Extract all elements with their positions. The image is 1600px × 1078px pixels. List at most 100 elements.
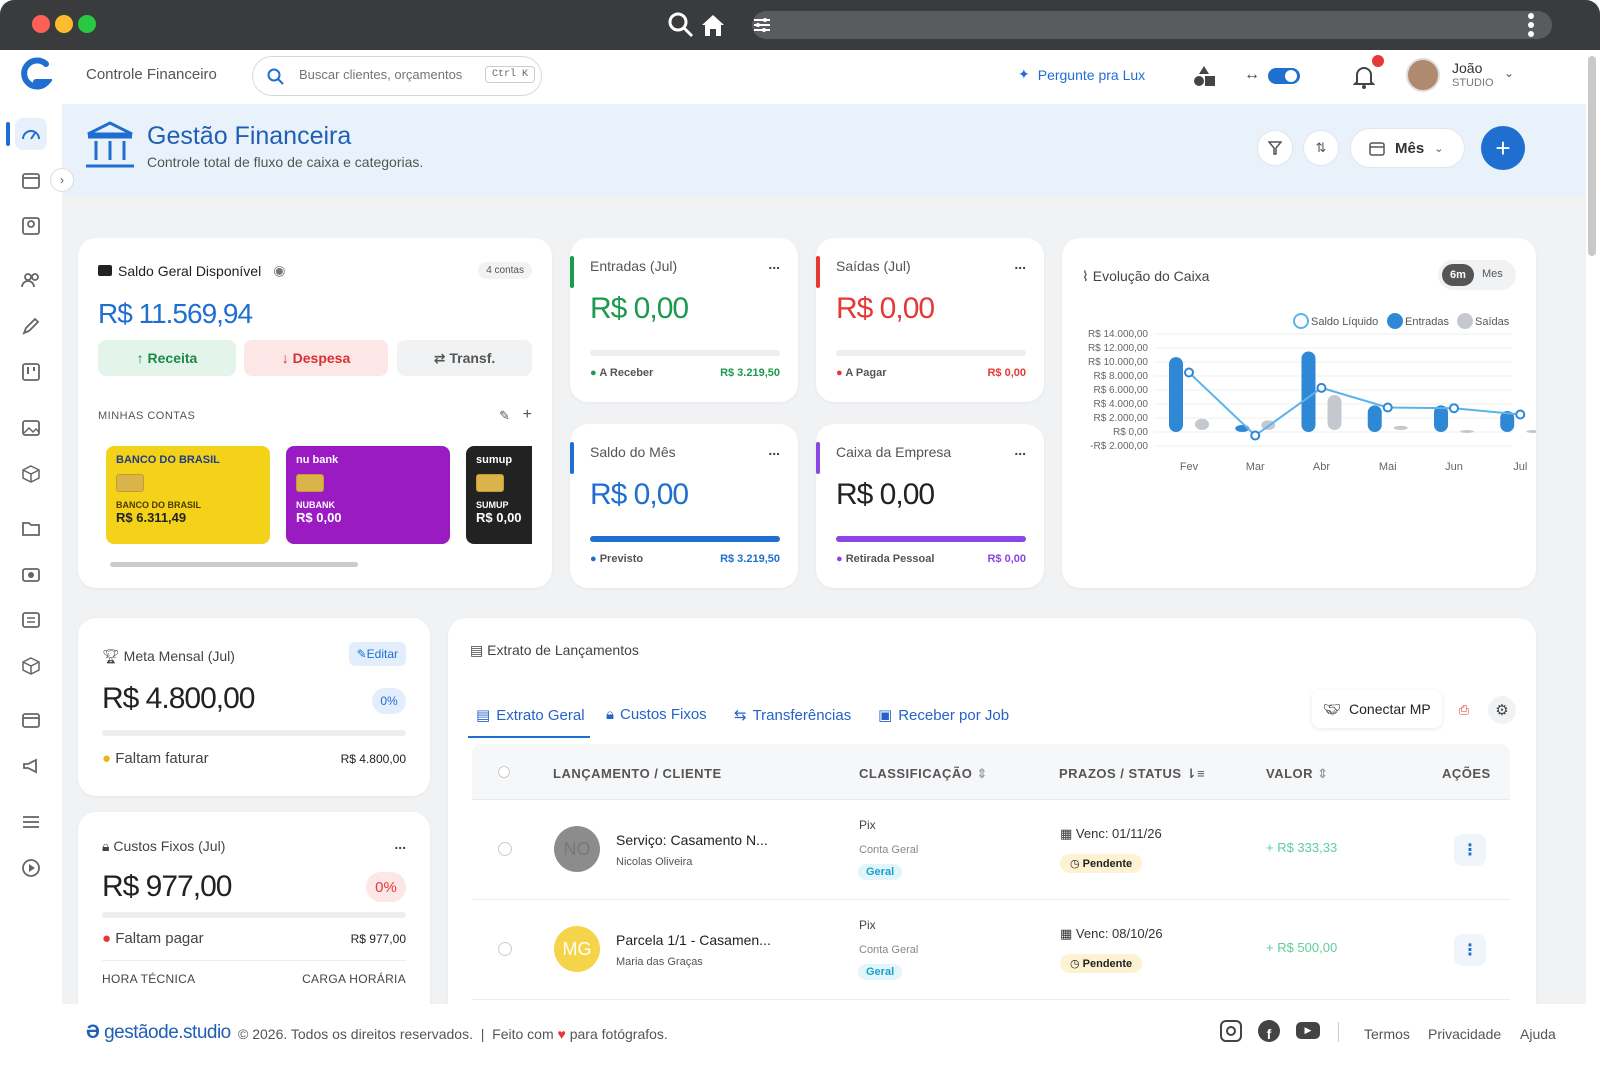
extrato-title: ▤ Extrato de Lançamentos — [470, 642, 639, 658]
row-checkbox[interactable] — [498, 942, 512, 956]
row-actions-button[interactable]: ⋮ — [1454, 834, 1486, 866]
sidebar-item-marketing[interactable] — [15, 750, 47, 782]
sort-icon: ⇅ — [1315, 140, 1327, 155]
eye-icon[interactable]: ◉ — [273, 262, 285, 279]
chart-line-icon: ⌇ — [1082, 268, 1093, 284]
sidebar-expand-button[interactable]: › — [50, 168, 74, 192]
row-tag: Geral — [858, 964, 903, 980]
lock-icon: 🔒︎ — [102, 838, 114, 854]
transferencia-button[interactable]: ⇄ Transf. — [397, 340, 532, 376]
calendar-icon — [1369, 142, 1385, 156]
ask-lux-button[interactable]: ✦ Pergunte pra Lux — [1018, 66, 1145, 83]
sidebar-item-packages[interactable] — [15, 650, 47, 682]
tab-extrato-geral[interactable]: ▤ Extrato Geral — [476, 706, 585, 725]
chevron-down-icon[interactable]: ⌄ — [1504, 66, 1514, 80]
minimize-window-button[interactable] — [55, 15, 73, 33]
sort-button[interactable]: ⇅ — [1303, 130, 1339, 166]
youtube-icon[interactable]: ▶ — [1296, 1022, 1320, 1039]
entradas-foot-value: R$ 3.219,50 — [720, 367, 780, 379]
footer-link-privacidade[interactable]: Privacidade — [1428, 1026, 1501, 1042]
table-row[interactable]: NO Serviço: Casamento N... Nicolas Olive… — [472, 800, 1510, 900]
footer-link-termos[interactable]: Termos — [1364, 1026, 1410, 1042]
bar-entradas — [1367, 405, 1382, 432]
filter-button[interactable] — [1257, 130, 1293, 166]
add-transaction-button[interactable]: + — [1481, 126, 1525, 170]
shortcut-hint: Ctrl K — [485, 66, 536, 83]
meta-edit-button[interactable]: ✎Editar — [348, 642, 406, 666]
footer-link-ajuda[interactable]: Ajuda — [1520, 1026, 1556, 1042]
range-toggle[interactable]: 6m Mes — [1438, 260, 1516, 290]
col-prazos[interactable]: PRAZOS / STATUS ⇂≡ — [1059, 766, 1205, 782]
sidebar-item-contacts[interactable] — [15, 210, 47, 242]
col-valor[interactable]: VALOR ⇕ — [1266, 766, 1329, 782]
entradas-menu-button[interactable]: ... — [768, 256, 780, 272]
tab-transferencias[interactable]: ⇆ Transferências — [734, 706, 851, 725]
sidebar-item-tutorials[interactable] — [15, 852, 47, 884]
saldo-value: R$ 11.569,94 — [98, 298, 253, 329]
search-box[interactable]: Ctrl K — [252, 56, 542, 96]
custos-menu-button[interactable]: ... — [394, 836, 406, 852]
wallet-icon — [22, 713, 40, 728]
hora-tecnica-label: HORA TÉCNICA — [102, 972, 196, 986]
close-window-button[interactable] — [32, 15, 50, 33]
saidas-title: Saídas (Jul) — [836, 258, 911, 274]
calendar-icon — [22, 173, 40, 189]
sidebar-item-sessions[interactable] — [15, 558, 47, 590]
user-avatar[interactable] — [1406, 58, 1440, 92]
bank-card-sumup[interactable]: sumup SUMUP R$ 0,00 — [466, 446, 532, 544]
page-scrollbar[interactable] — [1588, 56, 1596, 256]
period-select[interactable]: Mês ⌄ — [1350, 128, 1465, 168]
sidebar-item-folders[interactable] — [15, 512, 47, 544]
sidebar-item-clients[interactable] — [15, 264, 47, 296]
active-tab-underline — [468, 736, 590, 738]
sidebar-item-forms[interactable] — [15, 604, 47, 636]
app-logo[interactable] — [20, 56, 52, 98]
tab-receber-por-job[interactable]: ▣ Receber por Job — [878, 706, 1009, 725]
caixa-menu-button[interactable]: ... — [1014, 442, 1026, 458]
table-row[interactable]: MG Parcela 1/1 - Casamen... Maria das Gr… — [472, 900, 1510, 1000]
home-icon[interactable] — [700, 12, 726, 38]
row-checkbox[interactable] — [498, 842, 512, 856]
row-actions-button[interactable]: ⋮ — [1454, 934, 1486, 966]
address-bar[interactable] — [752, 11, 1552, 39]
shapes-icon[interactable] — [1192, 64, 1216, 88]
add-account-icon[interactable]: + — [523, 406, 532, 424]
sidebar-item-board[interactable] — [15, 356, 47, 388]
layout-toggle[interactable] — [1268, 68, 1300, 84]
saldo-mes-menu-button[interactable]: ... — [768, 442, 780, 458]
sidebar-item-gallery[interactable] — [15, 412, 47, 444]
sidebar-item-edit[interactable] — [15, 310, 47, 342]
page-section-title: Controle Financeiro — [86, 66, 217, 83]
facebook-icon[interactable]: f — [1258, 1020, 1280, 1042]
sidebar-item-finance[interactable] — [15, 704, 47, 736]
maximize-window-button[interactable] — [78, 15, 96, 33]
col-classificacao[interactable]: CLASSIFICAÇÃO ⇕ — [859, 766, 988, 782]
more-vertical-icon[interactable] — [1526, 12, 1536, 40]
tab-custos-fixos[interactable]: 🔒︎ Custos Fixos — [606, 706, 707, 723]
receita-button[interactable]: ↑ Receita — [98, 340, 236, 376]
col-lancamento[interactable]: LANÇAMENTO / CLIENTE — [553, 766, 722, 781]
gear-icon[interactable]: ⚙ — [1488, 696, 1516, 724]
search-icon[interactable] — [668, 12, 694, 38]
pencil-icon[interactable]: ✎ — [499, 408, 510, 424]
accounts-scrollbar[interactable] — [110, 562, 358, 567]
range-6m[interactable]: 6m — [1442, 264, 1474, 286]
document-icon: ▤ — [470, 642, 488, 658]
sidebar-item-dashboard[interactable] — [15, 118, 47, 150]
select-all-checkbox[interactable] — [498, 766, 510, 778]
instagram-icon[interactable] — [1220, 1020, 1242, 1042]
range-mes[interactable]: Mes — [1482, 268, 1503, 280]
bank-card-nubank[interactable]: nu bank NUBANK R$ 0,00 — [286, 446, 450, 544]
connect-mp-button[interactable]: 🤝︎ Conectar MP — [1312, 690, 1442, 728]
card-chip — [476, 474, 504, 492]
despesa-button[interactable]: ↓ Despesa — [244, 340, 388, 376]
sidebar-item-settings[interactable] — [15, 806, 47, 838]
saidas-menu-button[interactable]: ... — [1014, 256, 1026, 272]
search-input[interactable] — [299, 67, 475, 82]
sidebar-item-calendar[interactable] — [15, 164, 47, 196]
bank-card-bb[interactable]: BANCO DO BRASIL BANCO DO BRASIL R$ 6.311… — [106, 446, 270, 544]
bell-icon[interactable] — [1352, 64, 1376, 90]
sidebar-item-products[interactable] — [15, 458, 47, 490]
sliders-icon[interactable] — [744, 15, 784, 35]
pdf-icon[interactable]: ⎙ — [1450, 696, 1478, 724]
